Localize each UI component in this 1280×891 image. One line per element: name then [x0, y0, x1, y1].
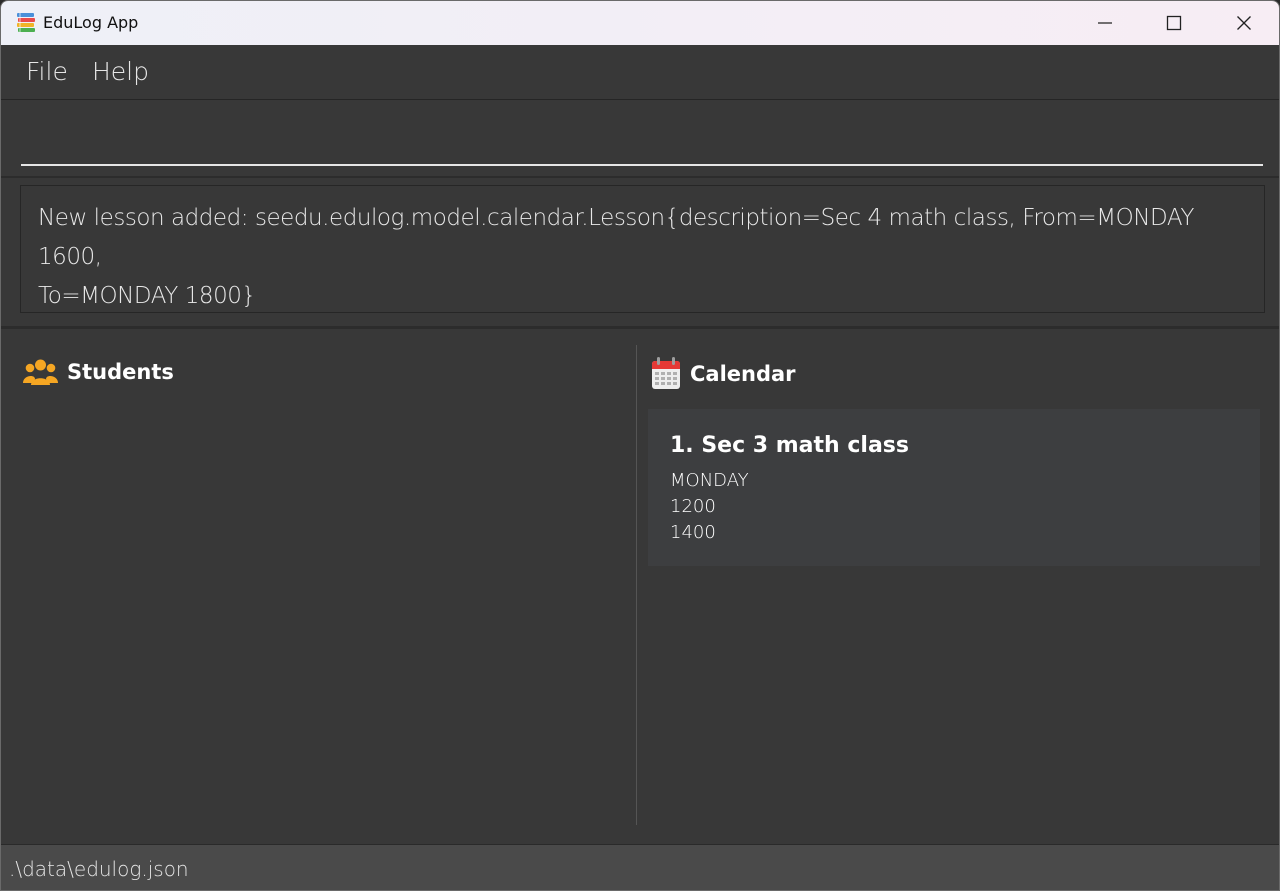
close-button[interactable] [1221, 1, 1267, 45]
main-panel: Students Calendar 1. Sec 3 math class MO… [1, 329, 1279, 843]
menu-file[interactable]: File [26, 57, 68, 87]
menu-help[interactable]: Help [92, 57, 149, 87]
result-display-area: New lesson added: seedu.edulog.model.cal… [1, 178, 1279, 329]
result-display[interactable]: New lesson added: seedu.edulog.model.cal… [20, 185, 1265, 313]
minimize-icon [1098, 22, 1112, 24]
books-app-icon [17, 13, 35, 32]
calendar-header: Calendar [651, 357, 796, 390]
lesson-start-time: 1200 [670, 496, 716, 517]
maximize-icon [1166, 15, 1182, 31]
lesson-card[interactable]: 1. Sec 3 math class MONDAY 1200 1400 [648, 409, 1260, 566]
maximize-button[interactable] [1151, 1, 1197, 45]
title-bar[interactable]: EduLog App [1, 1, 1279, 45]
command-box [1, 100, 1279, 178]
result-line-1: New lesson added: seedu.edulog.model.cal… [38, 205, 1195, 270]
people-icon [23, 359, 58, 385]
command-input[interactable] [21, 120, 1263, 166]
menu-bar: File Help [1, 45, 1279, 100]
save-file-path: .\data\edulog.json [9, 857, 189, 881]
students-header: Students [23, 357, 174, 387]
window-title: EduLog App [43, 13, 139, 32]
panel-divider[interactable] [636, 345, 637, 825]
lesson-title: 1. Sec 3 math class [670, 433, 909, 458]
result-line-2: To=MONDAY 1800} [38, 283, 256, 309]
minimize-button[interactable] [1082, 1, 1128, 45]
lesson-end-time: 1400 [670, 522, 716, 543]
calendar-icon [652, 357, 680, 389]
lesson-day: MONDAY [670, 470, 749, 491]
students-title: Students [67, 360, 174, 384]
calendar-title: Calendar [690, 361, 796, 386]
app-window: EduLog App File Help New lesson added: s… [0, 0, 1280, 891]
status-bar: .\data\edulog.json [1, 844, 1279, 890]
close-icon [1237, 16, 1251, 30]
